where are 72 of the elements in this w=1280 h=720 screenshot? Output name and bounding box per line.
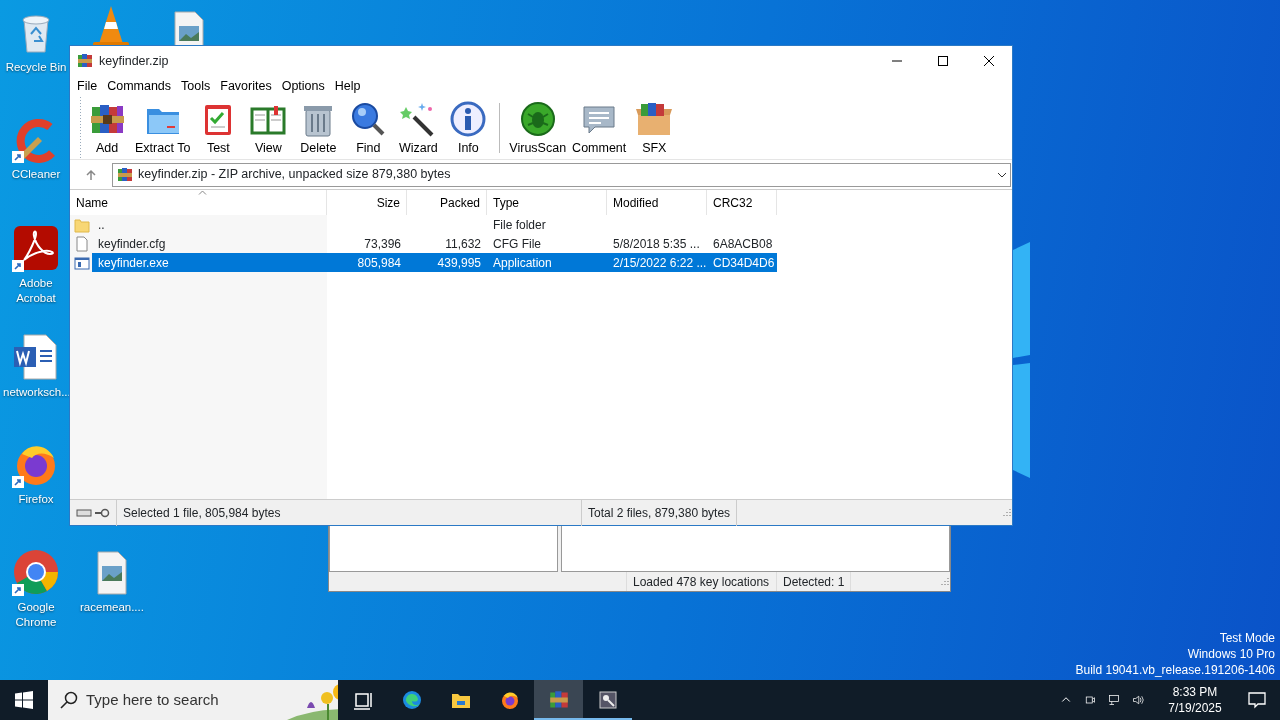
status-text: Loaded 478 key locations [627,572,777,591]
path-field[interactable]: keyfinder.zip - ZIP archive, unpacked size 879,380 bytes [112,162,1011,187]
firefox-icon [499,690,520,710]
search-field[interactable]: Type here to search [48,680,338,720]
toolbar-button[interactable]: VirusScan [506,98,570,157]
toolbar-button[interactable]: Info [443,98,494,157]
toolbar-button[interactable]: Extract To [132,98,194,157]
table-cell: .. [98,217,105,232]
key-icon [94,507,110,518]
task-view-icon [352,690,373,710]
program-icon [74,254,90,271]
table-cell: CFG File [493,236,541,251]
clock[interactable]: 8:33 PM 7/19/2025 [1156,683,1234,717]
dropdown-icon [997,171,1007,178]
window-title: keyfinder.zip [99,52,169,70]
resize-grip-icon [1000,506,1012,519]
table-cell: keyfinder.exe [98,255,169,270]
table-cell: keyfinder.cfg [98,236,166,251]
toolbar-button[interactable]: Wizard [393,98,444,157]
network-icon [1108,692,1120,708]
status-text: Detected: 1 [777,572,852,591]
archive-icon [117,166,133,183]
table-cell: 805,984 [357,255,401,270]
menu-item[interactable]: Help [329,76,366,96]
up-arrow-icon [85,168,97,181]
table-cell: 11,632 [445,236,481,251]
table-cell: 2/15/2022 6:22 ... [613,255,707,270]
table-cell: 73,396 [364,236,401,251]
toolbar-button[interactable]: Comment [569,98,630,157]
bug-icon [519,100,556,137]
search-icon [60,691,78,709]
watermark-text: Build 19041.vb_release.191206-1406 [1075,662,1275,678]
search-icon [350,100,387,137]
maximize-icon [937,55,949,67]
menu-item[interactable]: Options [276,76,330,96]
toolbar-button[interactable]: Find [343,98,394,157]
toolbar-button[interactable]: View [243,98,294,157]
menu-item[interactable]: Favorites [215,76,277,96]
file-row[interactable]: keyfinder.cfg 73,396 11,632 CFG File 5/8/2018 5:35 ... 6A8ACB08 [92,234,777,253]
table-cell: 6A8ACB08 [713,236,773,251]
table-cell: File folder [493,217,546,232]
watermark-text: Windows 10 Pro [1187,646,1275,662]
watermark-text: Test Mode [1219,630,1275,646]
table-cell: 439,995 [437,255,481,270]
menu-item[interactable]: File [72,76,103,96]
file-row[interactable]: .. File folder [92,215,777,234]
toolbar-button[interactable]: Add [82,98,132,157]
toolbar-button[interactable]: Delete [293,98,344,157]
windows-logo-icon [15,691,33,709]
close-icon [983,55,995,67]
info-icon [450,100,487,137]
toolbar-button[interactable]: Test [193,98,244,157]
status-text: Total 2 files, 879,380 bytes [582,499,738,526]
file-icon [74,235,90,252]
file-row[interactable]: keyfinder.exe 805,984 439,995 Application 2/15/2022 6:22 ... CD34D4D6 [92,253,777,272]
table-cell: 5/8/2018 5:35 ... [613,236,700,251]
resize-grip-icon [938,575,950,588]
drive-icon [76,507,92,518]
folder-icon [74,216,90,233]
menu-item[interactable]: Commands [102,76,177,96]
box-icon [636,100,673,137]
status-text: Selected 1 file, 805,984 bytes [117,499,582,526]
speech-bubble-icon [1247,690,1267,710]
toolbar-button[interactable]: SFX [629,98,680,157]
archive-icon [77,53,93,69]
search-input[interactable]: Type here to search [78,687,287,713]
table-cell: Application [493,255,552,270]
key-window-icon [597,690,618,710]
archive-icon [548,690,569,710]
table-cell: CD34D4D6 [713,255,775,270]
menu-item[interactable]: Tools [176,76,216,96]
edge-icon [401,690,422,710]
